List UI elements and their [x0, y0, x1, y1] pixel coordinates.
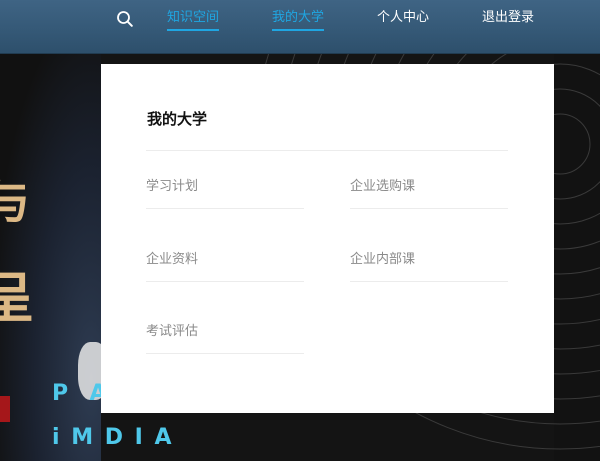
nav-item-my-university[interactable]: 我的大学 — [272, 9, 325, 31]
menu-link-divider — [350, 281, 508, 282]
menu-link-exam-assessment[interactable]: 考试评估 — [146, 323, 304, 354]
nav-item-underline — [167, 29, 220, 31]
menu-link-purchased-courses[interactable]: 企业选购课 — [350, 178, 508, 209]
background-red-tag — [0, 396, 10, 422]
menu-link-divider — [350, 208, 508, 209]
search-icon — [117, 11, 133, 27]
nav-item-label: 我的大学 — [272, 10, 325, 25]
background-glyph: 与 — [0, 175, 30, 229]
menu-link-divider — [146, 281, 304, 282]
nav-item-label: 退出登录 — [482, 10, 535, 25]
menu-link-study-plan[interactable]: 学习计划 — [146, 178, 304, 209]
nav-item-underline — [272, 29, 325, 31]
nav-item-knowledge-space[interactable]: 知识空间 — [167, 9, 220, 31]
menu-link-internal-courses[interactable]: 企业内部课 — [350, 251, 508, 282]
menu-link-divider — [146, 353, 304, 354]
title-divider — [146, 150, 508, 151]
background-glyph: 呈 — [0, 266, 34, 330]
nav-item-label: 知识空间 — [167, 10, 220, 25]
menu-link-label: 企业资料 — [146, 252, 199, 267]
top-nav-bar: 知识空间 我的大学 个人中心 退出登录 — [0, 0, 600, 54]
menu-link-divider — [146, 208, 304, 209]
my-university-dropdown: 我的大学 学习计划 企业选购课 企业资料 企业内部课 考试评估 — [101, 64, 554, 413]
menu-link-label: 企业选购课 — [350, 179, 416, 194]
nav-item-logout[interactable]: 退出登录 — [482, 9, 534, 27]
menu-link-label: 考试评估 — [146, 324, 199, 339]
menu-link-company-materials[interactable]: 企业资料 — [146, 251, 304, 282]
search-button[interactable] — [115, 9, 135, 29]
nav-item-personal-center[interactable]: 个人中心 — [377, 9, 429, 27]
nav-item-label: 个人中心 — [377, 10, 430, 25]
panel-title: 我的大学 — [147, 110, 208, 128]
menu-link-label: 企业内部课 — [350, 252, 416, 267]
menu-link-label: 学习计划 — [146, 179, 199, 194]
